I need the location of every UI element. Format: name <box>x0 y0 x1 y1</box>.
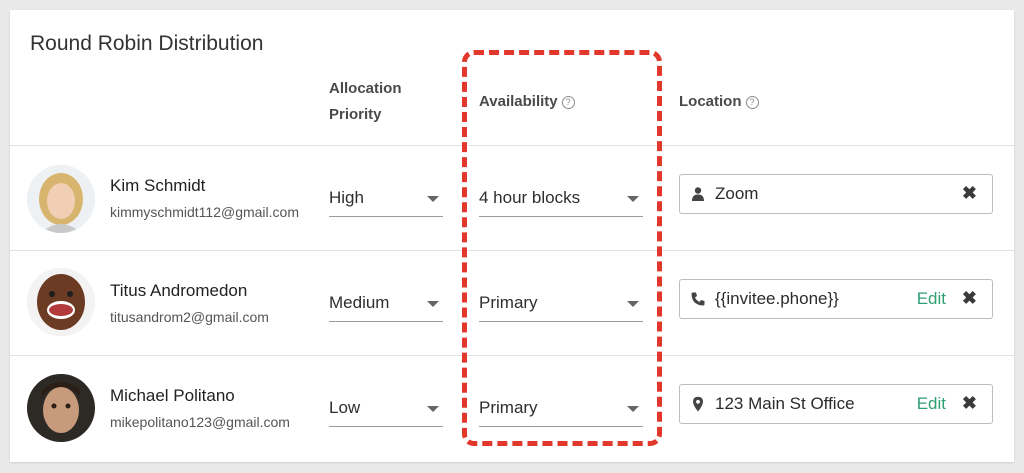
close-icon[interactable]: ✖ <box>962 393 977 414</box>
location-field[interactable]: 123 Main St Office Edit ✖ <box>679 384 993 424</box>
avatar <box>27 268 95 336</box>
location-field[interactable]: Zoom ✖ <box>679 174 993 214</box>
member-email: titusandrom2@gmail.com <box>110 309 269 325</box>
close-icon[interactable]: ✖ <box>962 288 977 309</box>
avatar <box>27 374 95 442</box>
location-header: Location? <box>679 89 759 115</box>
edit-link[interactable]: Edit <box>917 394 946 414</box>
location-text: Zoom <box>715 184 759 203</box>
location-field[interactable]: {{invitee.phone}} Edit ✖ <box>679 279 993 319</box>
member-name: Michael Politano <box>110 386 235 405</box>
avatar <box>27 165 95 233</box>
availability-column-highlight <box>462 50 662 446</box>
edit-link[interactable]: Edit <box>917 289 946 309</box>
member-name: Titus Andromedon <box>110 281 248 300</box>
member-name: Kim Schmidt <box>110 176 206 195</box>
round-robin-card: Round Robin Distribution Allocation Prio… <box>10 10 1014 462</box>
location-text: {{invitee.phone}} <box>715 289 839 308</box>
member-email: kimmyschmidt112@gmail.com <box>110 204 299 220</box>
close-icon[interactable]: ✖ <box>962 183 977 204</box>
chevron-down-icon <box>427 301 439 307</box>
member-email: mikepolitano123@gmail.com <box>110 414 290 430</box>
location-text: 123 Main St Office <box>715 394 855 413</box>
person-icon <box>692 187 704 201</box>
priority-select[interactable]: Medium <box>329 287 443 322</box>
priority-select[interactable]: High <box>329 182 443 217</box>
help-icon[interactable]: ? <box>745 96 759 109</box>
card-title: Round Robin Distribution <box>30 32 264 55</box>
chevron-down-icon <box>427 196 439 202</box>
priority-select[interactable]: Low <box>329 392 443 427</box>
map-pin-icon <box>693 396 703 412</box>
phone-icon <box>691 292 705 306</box>
chevron-down-icon <box>427 406 439 412</box>
allocation-priority-header: Allocation Priority <box>329 80 402 123</box>
